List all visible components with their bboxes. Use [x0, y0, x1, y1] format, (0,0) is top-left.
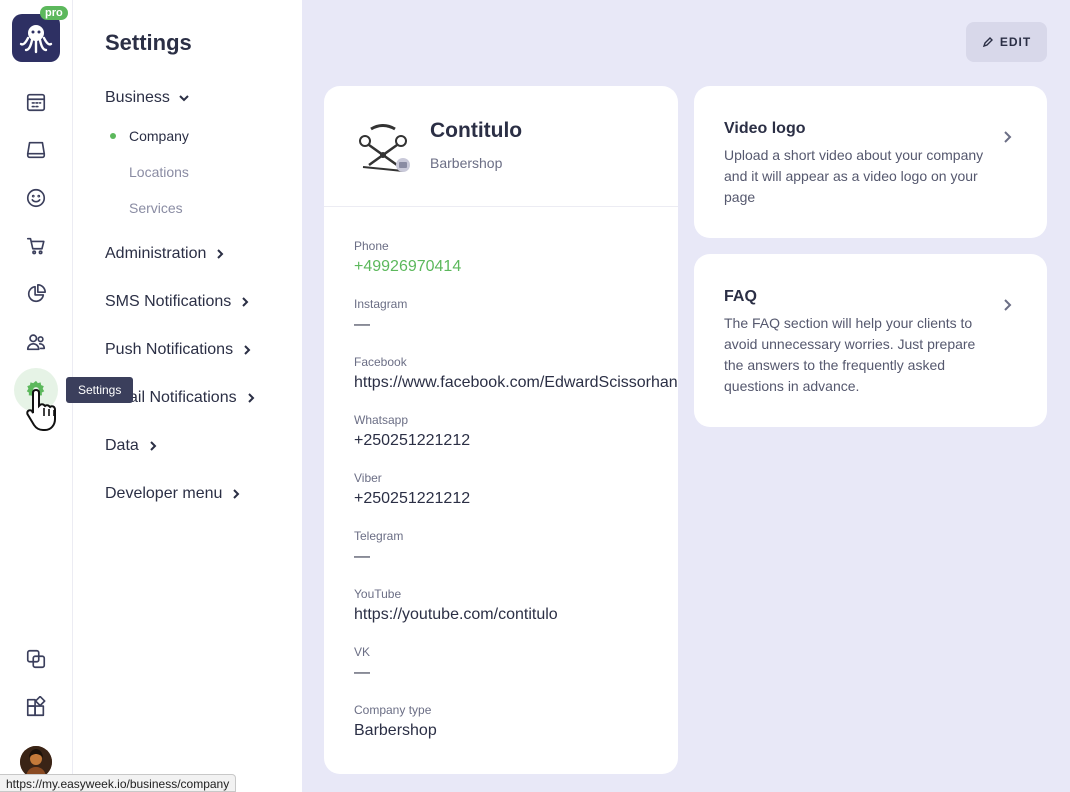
field-label: VK [354, 645, 371, 659]
youtube-link[interactable]: https://youtube.com/contitulo [354, 606, 558, 624]
field-value: — [354, 316, 370, 333]
settings-tooltip: Settings [66, 377, 134, 403]
octopus-icon [19, 25, 53, 54]
field-whatsapp: Whatsapp +250251221212 [354, 413, 470, 450]
field-company-type: Company type Barbershop [354, 703, 437, 740]
page-title: Settings [105, 30, 192, 55]
menu-sms-notifications[interactable]: SMS Notifications [105, 293, 251, 311]
field-value: +250251221212 [354, 432, 471, 449]
status-url-bar: https://my.easyweek.io/business/company [0, 774, 237, 792]
chevron-right-icon [1004, 299, 1012, 311]
company-card: Contitulo Barbershop Phone +49926970414 … [324, 86, 678, 774]
menu-services[interactable]: Services [129, 200, 183, 216]
pie-chart-icon[interactable] [22, 280, 50, 308]
company-name: Contitulo [430, 119, 523, 142]
smiley-icon[interactable] [22, 184, 50, 212]
users-icon[interactable] [22, 328, 50, 356]
field-telegram: Telegram — [354, 529, 403, 566]
menu-business[interactable]: Business [105, 89, 190, 107]
video-logo-title: Video logo [724, 120, 806, 137]
chevron-right-icon [1004, 131, 1012, 143]
chevron-right-icon [247, 393, 255, 403]
faq-title: FAQ [724, 288, 757, 305]
menu-push-notifications[interactable]: Push Notifications [105, 341, 253, 359]
menu-push-label: Push Notifications [105, 341, 234, 358]
pencil-icon [982, 37, 993, 48]
field-youtube: YouTube https://youtube.com/contitulo [354, 587, 558, 624]
active-dot [110, 133, 116, 139]
phone-link[interactable]: +49926970414 [354, 258, 461, 276]
copy-icon[interactable] [22, 645, 50, 673]
menu-administration[interactable]: Administration [105, 245, 226, 263]
field-label: Company type [354, 703, 432, 717]
video-logo-card[interactable]: Video logo Upload a short video about yo… [694, 86, 1047, 238]
widgets-icon[interactable] [22, 693, 50, 721]
field-label: Viber [354, 471, 382, 485]
octopus-logo[interactable] [12, 14, 60, 62]
field-phone: Phone +49926970414 [354, 239, 461, 276]
company-type-subtitle: Barbershop [430, 155, 503, 171]
menu-company[interactable]: Company [129, 128, 189, 144]
faq-card[interactable]: FAQ The FAQ section will help your clien… [694, 254, 1047, 427]
edit-button[interactable]: EDIT [966, 22, 1047, 62]
field-value: — [354, 548, 370, 565]
chevron-right-icon [242, 297, 249, 307]
field-label: Whatsapp [354, 413, 409, 427]
faq-description: The FAQ section will help your clients t… [724, 315, 976, 394]
menu-locations[interactable]: Locations [129, 164, 189, 180]
calendar-icon[interactable] [22, 88, 50, 116]
field-viber: Viber +250251221212 [354, 471, 470, 508]
company-logo[interactable] [357, 119, 411, 173]
barbershop-logo-icon [359, 124, 410, 172]
cart-icon[interactable] [22, 232, 50, 260]
menu-data-label: Data [105, 437, 139, 454]
menu-developer-label: Developer menu [105, 485, 223, 502]
field-label: Facebook [354, 355, 407, 369]
edit-button-label: EDIT [999, 35, 1032, 49]
menu-sms-label: SMS Notifications [105, 293, 232, 310]
field-label: Telegram [354, 529, 404, 543]
field-value: Barbershop [354, 722, 437, 739]
field-label: Instagram [354, 297, 408, 311]
menu-administration-label: Administration [105, 245, 207, 262]
field-label: Phone [354, 239, 389, 253]
pro-badge: pro [40, 6, 68, 20]
field-vk: VK — [354, 645, 370, 682]
inbox-icon[interactable] [22, 136, 50, 164]
menu-business-label: Business [105, 89, 170, 106]
video-logo-description: Upload a short video about your company … [724, 147, 984, 205]
field-label: YouTube [354, 587, 402, 601]
company-header: Contitulo Barbershop [324, 86, 678, 207]
menu-data[interactable]: Data [105, 437, 159, 455]
field-value: — [354, 664, 370, 681]
chevron-right-icon [244, 345, 251, 355]
field-facebook: Facebook https://www.facebook.com/Edward… [354, 355, 678, 392]
chevron-right-icon [150, 441, 157, 451]
hand-cursor-icon [24, 386, 64, 439]
chevron-right-icon [217, 249, 224, 259]
facebook-link[interactable]: https://www.facebook.com/EdwardScissorha… [354, 374, 678, 392]
menu-developer[interactable]: Developer menu [105, 485, 242, 503]
field-value: +250251221212 [354, 490, 471, 507]
field-instagram: Instagram — [354, 297, 407, 334]
chevron-down-icon [179, 95, 189, 102]
chevron-right-icon [233, 489, 240, 499]
